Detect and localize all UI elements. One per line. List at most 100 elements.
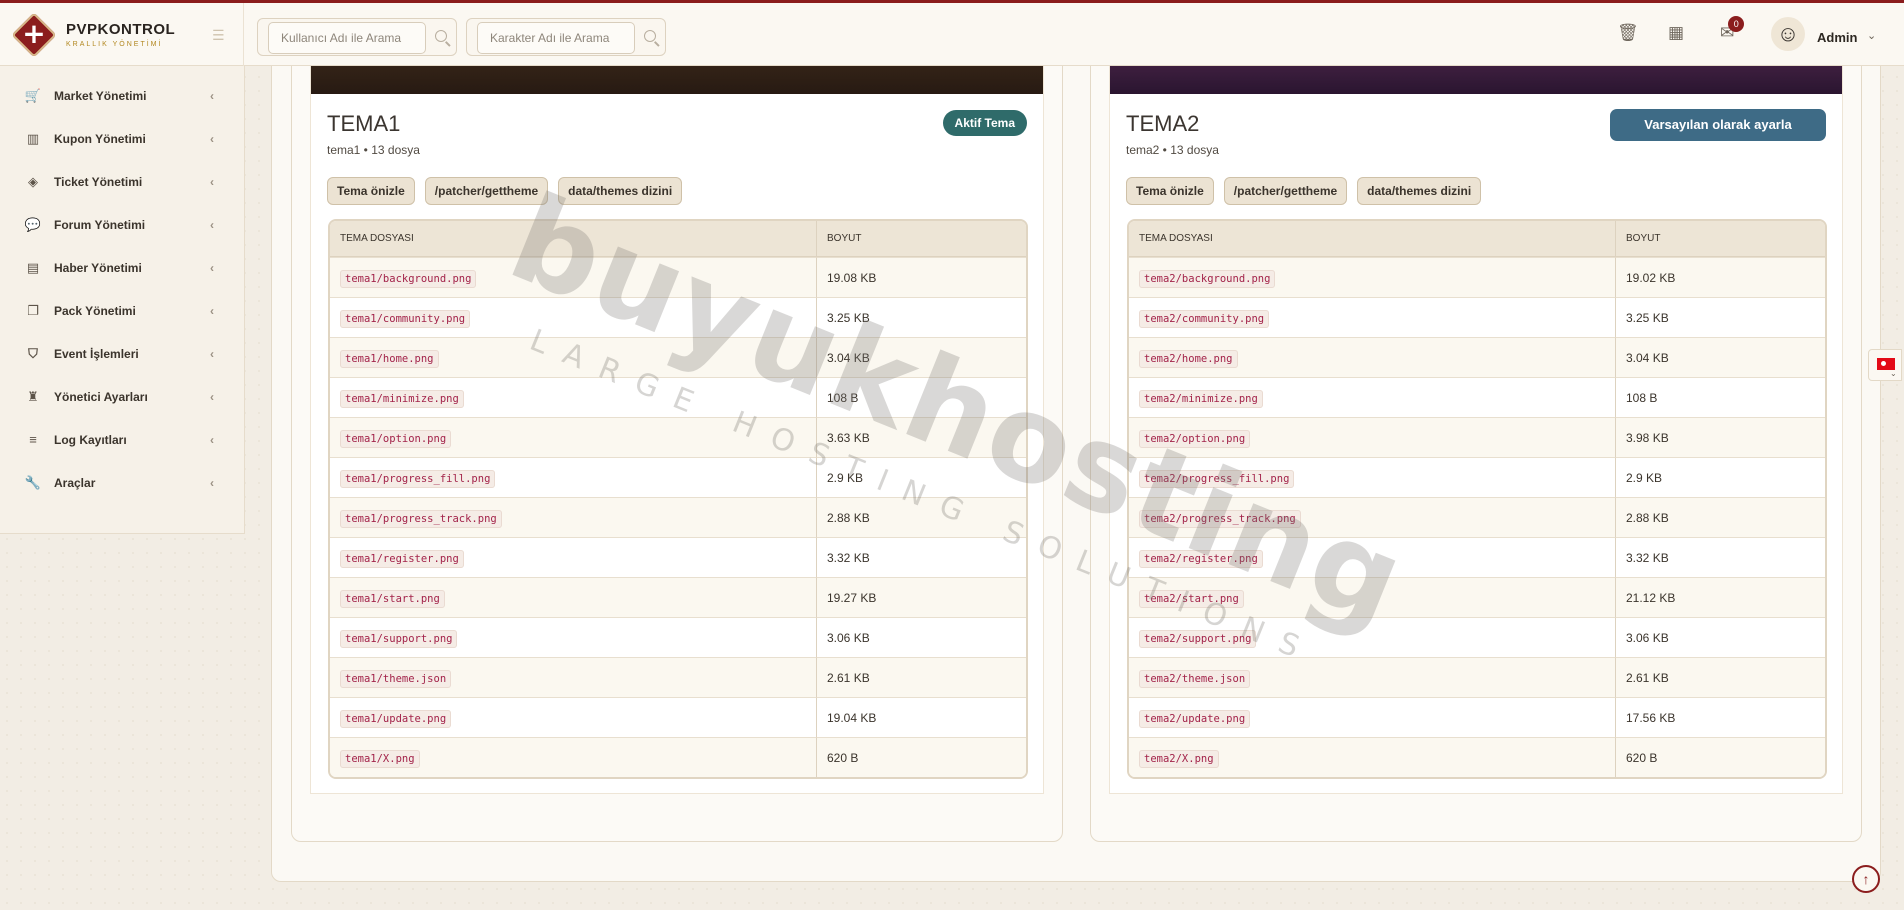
themes-dir-link[interactable]: data/themes dizini [558, 177, 683, 205]
chevron-left-icon: ‹ [210, 432, 214, 447]
file-size: 19.08 KB [817, 257, 1026, 297]
user-search-input[interactable] [268, 22, 426, 54]
table-row: tema1/background.png 19.08 KB [330, 257, 1026, 297]
sidebar-item-market[interactable]: 🛒 Market Yönetimi ‹ [0, 74, 244, 117]
table-row: tema2/progress_fill.png 2.9 KB [1129, 457, 1825, 497]
file-name: tema2/home.png [1139, 349, 1238, 368]
sidebar-item-kupon[interactable]: ▥ Kupon Yönetimi ‹ [0, 117, 244, 160]
file-name-cell: tema1/theme.json [330, 657, 817, 697]
chevron-left-icon: ‹ [210, 88, 214, 103]
sidebar-item-log[interactable]: ≡ Log Kayıtları ‹ [0, 418, 244, 461]
brand[interactable]: + PVPKONTROL KRALLIK YÖNETİMİ [0, 3, 244, 66]
file-name: tema2/community.png [1139, 309, 1270, 328]
search-icon[interactable] [435, 30, 447, 42]
scroll-top-button[interactable]: ↑ [1852, 865, 1880, 893]
file-name: tema1/X.png [340, 749, 420, 768]
file-name-cell: tema1/option.png [330, 417, 817, 457]
theme-card-2: TEMA2 tema2 • 13 dosya Varsayılan olarak… [1090, 1, 1862, 842]
file-name-cell: tema1/home.png [330, 337, 817, 377]
table-row: tema2/register.png 3.32 KB [1129, 537, 1825, 577]
chevron-left-icon: ‹ [210, 174, 214, 189]
preview-theme-button[interactable]: Tema önizle [327, 177, 415, 205]
themes-dir-link[interactable]: data/themes dizini [1357, 177, 1482, 205]
file-name-cell: tema2/background.png [1129, 257, 1616, 297]
sidebar-item-yonetici[interactable]: ♜ Yönetici Ayarları ‹ [0, 375, 244, 418]
chevron-left-icon: ‹ [210, 260, 214, 275]
file-name-cell: tema1/progress_track.png [330, 497, 817, 537]
sidebar-item-pack[interactable]: ❐ Pack Yönetimi ‹ [0, 289, 244, 332]
gettheme-link[interactable]: /patcher/gettheme [424, 177, 549, 205]
sidebar-item-label: Kupon Yönetimi [54, 131, 146, 146]
theme-links: Tema önizle /patcher/gettheme data/theme… [1126, 177, 1482, 205]
sidebar-item-ticket[interactable]: ◈ Ticket Yönetimi ‹ [0, 160, 244, 203]
table-row: tema2/support.png 3.06 KB [1129, 617, 1825, 657]
file-size: 3.04 KB [1616, 337, 1825, 377]
file-size: 19.02 KB [1616, 257, 1825, 297]
chevron-down-icon[interactable]: ⌄ [1867, 29, 1876, 42]
file-name-cell: tema1/register.png [330, 537, 817, 577]
file-name-cell: tema1/X.png [330, 737, 817, 777]
language-selector[interactable]: ⌄ [1868, 349, 1902, 381]
chevron-left-icon: ‹ [210, 389, 214, 404]
set-default-button[interactable]: Varsayılan olarak ayarla [1610, 109, 1826, 141]
table-row: tema1/progress_fill.png 2.9 KB [330, 457, 1026, 497]
logo-icon: + [11, 11, 57, 58]
avatar[interactable]: ☺ [1771, 17, 1805, 51]
table-row: tema1/update.png 19.04 KB [330, 697, 1026, 737]
table-row: tema2/progress_track.png 2.88 KB [1129, 497, 1825, 537]
list-icon: ≡ [29, 432, 37, 447]
theme-file-table: TEMA DOSYASI BOYUT tema2/background.png 1… [1127, 219, 1827, 779]
file-name: tema2/progress_fill.png [1139, 469, 1295, 488]
table-row: tema1/register.png 3.32 KB [330, 537, 1026, 577]
chevron-left-icon: ‹ [210, 346, 214, 361]
chevron-left-icon: ‹ [210, 131, 214, 146]
user-search [257, 18, 457, 56]
file-size: 620 B [817, 737, 1026, 777]
table-row: tema2/community.png 3.25 KB [1129, 297, 1825, 337]
calendar-icon[interactable]: ▦ [1668, 23, 1684, 43]
preview-theme-button[interactable]: Tema önizle [1126, 177, 1214, 205]
menu-toggle-icon[interactable]: ☰ [212, 27, 228, 44]
shield-icon: ⛉ [28, 345, 38, 361]
table-row: tema2/home.png 3.04 KB [1129, 337, 1825, 377]
file-size: 3.06 KB [817, 617, 1026, 657]
file-name: tema2/option.png [1139, 429, 1251, 448]
trash-icon[interactable]: 🗑 [1617, 23, 1639, 43]
wrench-icon: 🔧 [24, 474, 42, 490]
file-size: 3.25 KB [1616, 297, 1825, 337]
table-row: tema1/progress_track.png 2.88 KB [330, 497, 1026, 537]
file-name-cell: tema1/start.png [330, 577, 817, 617]
file-size: 108 B [817, 377, 1026, 417]
barcode-icon: ▥ [26, 130, 40, 146]
file-name: tema2/background.png [1139, 269, 1276, 288]
file-size: 3.32 KB [817, 537, 1026, 577]
file-name-cell: tema1/update.png [330, 697, 817, 737]
sidebar-item-forum[interactable]: 💬 Forum Yönetimi ‹ [0, 203, 244, 246]
inbox-icon[interactable]: ✉ 0 [1720, 16, 1745, 43]
chevron-left-icon: ‹ [210, 475, 214, 490]
file-name: tema1/support.png [340, 629, 458, 648]
sidebar-item-haber[interactable]: ▤ Haber Yönetimi ‹ [0, 246, 244, 289]
column-header: BOYUT [817, 221, 1026, 257]
file-name: tema1/theme.json [340, 669, 452, 688]
file-name: tema2/start.png [1139, 589, 1244, 608]
theme-title: TEMA1 [327, 111, 401, 136]
file-size: 19.27 KB [817, 577, 1026, 617]
sidebar: 🛒 Market Yönetimi ‹ ▥ Kupon Yönetimi ‹ ◈… [0, 66, 245, 534]
theme-meta: tema1 • 13 dosya [327, 143, 420, 157]
sidebar-item-event[interactable]: ⛉ Event İşlemleri ‹ [0, 332, 244, 375]
file-size: 3.25 KB [817, 297, 1026, 337]
admin-name[interactable]: Admin [1817, 30, 1857, 45]
brand-name: PVPKONTROL [66, 21, 176, 38]
file-name: tema1/update.png [340, 709, 452, 728]
sidebar-item-araclar[interactable]: 🔧 Araçlar ‹ [0, 461, 244, 504]
search-icon[interactable] [644, 30, 656, 42]
gettheme-link[interactable]: /patcher/gettheme [1223, 177, 1348, 205]
file-name: tema1/progress_track.png [340, 509, 502, 528]
file-name-cell: tema2/community.png [1129, 297, 1616, 337]
theme-meta: tema2 • 13 dosya [1126, 143, 1219, 157]
table-row: tema2/X.png 620 B [1129, 737, 1825, 777]
file-size: 2.9 KB [1616, 457, 1825, 497]
file-name: tema1/option.png [340, 429, 452, 448]
character-search-input[interactable] [477, 22, 635, 54]
